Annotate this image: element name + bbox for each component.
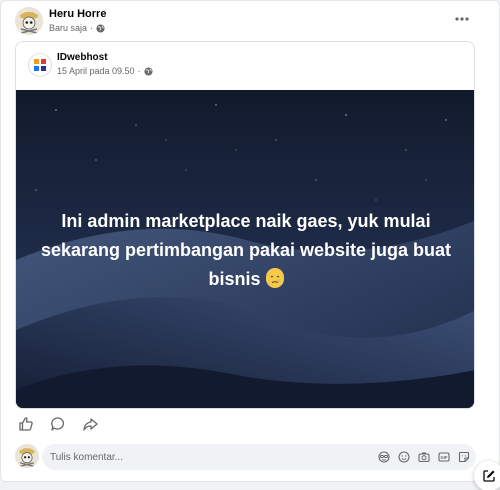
camera-icon — [417, 452, 430, 462]
more-horizontal-icon — [455, 17, 469, 21]
shared-post[interactable]: IDwebhost 15 April pada 09.50 · Ini admi… — [15, 41, 475, 409]
page-logo[interactable] — [28, 53, 52, 77]
commenter-avatar[interactable] — [15, 444, 39, 468]
gif-button[interactable]: GIF — [437, 450, 450, 463]
meta-separator: · — [90, 23, 94, 33]
sticker-icon — [458, 451, 469, 462]
idwebhost-logo — [34, 59, 46, 71]
comment-icon — [51, 417, 64, 431]
more-options-button[interactable] — [455, 11, 469, 21]
share-icon — [83, 418, 98, 431]
post-actions — [17, 415, 99, 433]
comment-composer: GIF — [42, 444, 476, 470]
emoji-button[interactable] — [397, 450, 410, 463]
like-button[interactable] — [17, 415, 35, 433]
like-icon — [19, 417, 33, 431]
comment-button[interactable] — [49, 415, 67, 433]
svg-text:GIF: GIF — [440, 455, 447, 460]
post-timestamp[interactable]: Baru saja — [49, 23, 87, 33]
shared-date[interactable]: 15 April pada 09.50 — [57, 66, 135, 76]
post-image[interactable]: Ini admin marketplace naik gaes, yuk mul… — [16, 90, 474, 408]
sticker-button[interactable] — [457, 450, 470, 463]
author-name[interactable]: Heru Horre — [49, 8, 106, 20]
gif-icon: GIF — [437, 451, 450, 462]
author-avatar[interactable] — [15, 7, 43, 35]
share-button[interactable] — [81, 415, 99, 433]
face-with-tear-emoji — [265, 268, 284, 288]
image-caption-text: Ini admin marketplace naik gaes, yuk mul… — [40, 211, 452, 289]
shared-meta: 15 April pada 09.50 · — [57, 66, 153, 76]
meta-separator: · — [137, 66, 141, 76]
emoji-icon — [397, 450, 410, 463]
globe-icon[interactable] — [144, 66, 153, 76]
comment-tools: GIF — [377, 450, 470, 463]
new-message-button[interactable] — [474, 461, 500, 490]
avatar-sticker-button[interactable] — [377, 450, 390, 463]
page-name[interactable]: IDwebhost — [57, 52, 108, 63]
globe-icon[interactable] — [96, 23, 105, 33]
compose-icon — [483, 470, 495, 482]
image-caption: Ini admin marketplace naik gaes, yuk mul… — [36, 207, 456, 294]
post-card: Heru Horre Baru saja · IDwebhost 15 Apri… — [0, 0, 500, 482]
camera-button[interactable] — [417, 450, 430, 463]
post-meta: Baru saja · — [49, 23, 105, 33]
avatar-sticker-icon — [377, 450, 390, 463]
comment-input[interactable] — [50, 444, 350, 470]
